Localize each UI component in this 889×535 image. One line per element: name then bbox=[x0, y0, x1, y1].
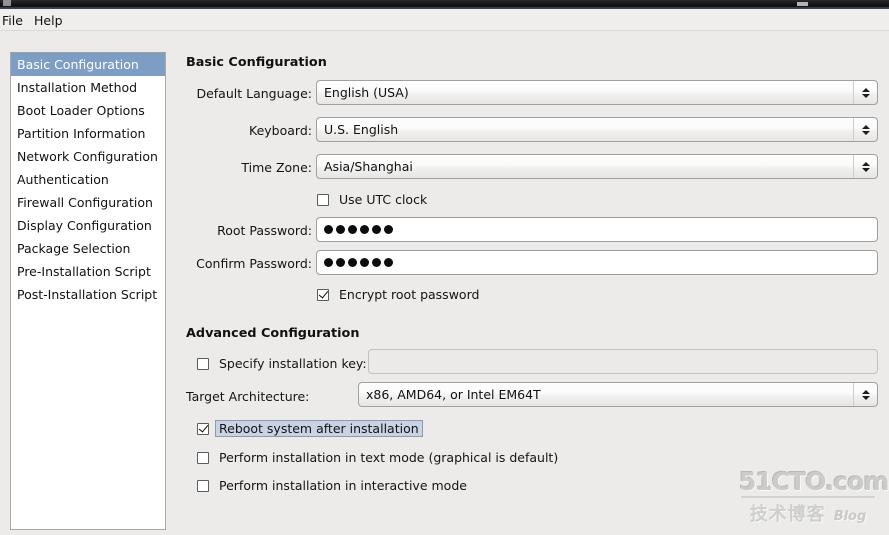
target-architecture-combobox[interactable]: x86, AMD64, or Intel EM64T bbox=[358, 382, 878, 407]
watermark-subtitle-row: 技术博客 Blog bbox=[739, 500, 877, 526]
encrypt-root-password-checkbox-row[interactable]: Encrypt root password bbox=[317, 286, 481, 303]
target-architecture-value: x86, AMD64, or Intel EM64T bbox=[366, 387, 541, 402]
sidebar-item-display-configuration[interactable]: Display Configuration bbox=[11, 214, 165, 237]
chevron-down-icon bbox=[861, 167, 870, 172]
use-utc-clock-checkbox-row[interactable]: Use UTC clock bbox=[317, 191, 429, 208]
watermark-subtitle-blog: Blog bbox=[833, 509, 867, 524]
installation-key-input[interactable] bbox=[368, 349, 878, 374]
reboot-after-installation-label: Reboot system after installation bbox=[215, 420, 423, 437]
timezone-value: Asia/Shanghai bbox=[324, 159, 413, 174]
sidebar-item-pre-installation-script[interactable]: Pre-Installation Script bbox=[11, 260, 165, 283]
chevron-up-icon bbox=[861, 87, 870, 92]
confirm-password-label: Confirm Password: bbox=[196, 256, 312, 271]
encrypt-root-password-checkbox[interactable] bbox=[317, 288, 329, 301]
kickstart-configurator-window: File Help Basic Configuration Installati… bbox=[0, 0, 889, 535]
default-language-label: Default Language: bbox=[196, 86, 312, 101]
timezone-combobox[interactable]: Asia/Shanghai bbox=[316, 154, 878, 179]
window-titlebar bbox=[0, 0, 889, 9]
chevron-updown-icon[interactable] bbox=[853, 155, 877, 178]
keyboard-value: U.S. English bbox=[324, 122, 399, 137]
sidebar-item-basic-configuration[interactable]: Basic Configuration bbox=[11, 53, 165, 76]
encrypt-root-password-label: Encrypt root password bbox=[339, 287, 480, 302]
window-icon bbox=[3, 0, 11, 6]
specify-installation-key-checkbox[interactable] bbox=[197, 357, 209, 370]
root-password-label: Root Password: bbox=[217, 223, 312, 238]
watermark-divider bbox=[741, 496, 875, 498]
window-title-glyph bbox=[797, 2, 808, 6]
timezone-label: Time Zone: bbox=[241, 160, 312, 175]
reboot-after-installation-checkbox[interactable] bbox=[197, 422, 209, 435]
target-architecture-label: Target Architecture: bbox=[186, 389, 310, 404]
keyboard-label: Keyboard: bbox=[249, 123, 312, 138]
navigation-sidebar[interactable]: Basic Configuration Installation Method … bbox=[10, 52, 166, 530]
advanced-configuration-heading: Advanced Configuration bbox=[186, 326, 360, 341]
main-content-panel: Basic Configuration Default Language: En… bbox=[178, 40, 884, 535]
chevron-updown-icon[interactable] bbox=[853, 383, 877, 406]
menu-file[interactable]: File bbox=[0, 12, 29, 29]
chevron-updown-icon[interactable] bbox=[853, 118, 877, 141]
confirm-password-masked-value bbox=[324, 258, 393, 267]
sidebar-item-post-installation-script[interactable]: Post-Installation Script bbox=[11, 283, 165, 306]
chevron-up-icon bbox=[861, 161, 870, 166]
default-language-combobox[interactable]: English (USA) bbox=[316, 80, 878, 105]
chevron-down-icon bbox=[861, 130, 870, 135]
basic-configuration-heading: Basic Configuration bbox=[186, 55, 327, 70]
chevron-down-icon bbox=[861, 395, 870, 400]
specify-installation-key-checkbox-row[interactable]: Specify installation key: bbox=[197, 355, 369, 372]
sidebar-item-network-configuration[interactable]: Network Configuration bbox=[11, 145, 165, 168]
sidebar-item-installation-method[interactable]: Installation Method bbox=[11, 76, 165, 99]
specify-installation-key-label: Specify installation key: bbox=[219, 356, 367, 371]
sidebar-item-authentication[interactable]: Authentication bbox=[11, 168, 165, 191]
chevron-updown-icon[interactable] bbox=[853, 81, 877, 104]
chevron-up-icon bbox=[861, 124, 870, 129]
text-mode-checkbox[interactable] bbox=[197, 451, 209, 464]
reboot-after-installation-checkbox-row[interactable]: Reboot system after installation bbox=[197, 420, 423, 437]
interactive-mode-label: Perform installation in interactive mode bbox=[219, 478, 467, 493]
sidebar-item-boot-loader-options[interactable]: Boot Loader Options bbox=[11, 99, 165, 122]
sidebar-item-package-selection[interactable]: Package Selection bbox=[11, 237, 165, 260]
root-password-masked-value bbox=[324, 225, 393, 234]
chevron-down-icon bbox=[861, 93, 870, 98]
watermark-site-name: 51CTO.com bbox=[739, 467, 889, 496]
interactive-mode-checkbox-row[interactable]: Perform installation in interactive mode bbox=[197, 477, 469, 494]
menu-help[interactable]: Help bbox=[28, 12, 69, 29]
confirm-password-input[interactable] bbox=[316, 250, 878, 275]
text-mode-checkbox-row[interactable]: Perform installation in text mode (graph… bbox=[197, 449, 560, 466]
default-language-value: English (USA) bbox=[324, 85, 409, 100]
sidebar-item-partition-information[interactable]: Partition Information bbox=[11, 122, 165, 145]
menubar: File Help bbox=[0, 9, 889, 31]
root-password-input[interactable] bbox=[316, 217, 878, 242]
keyboard-combobox[interactable]: U.S. English bbox=[316, 117, 878, 142]
use-utc-clock-checkbox[interactable] bbox=[317, 193, 329, 206]
chevron-up-icon bbox=[861, 389, 870, 394]
text-mode-label: Perform installation in text mode (graph… bbox=[219, 450, 559, 465]
use-utc-clock-label: Use UTC clock bbox=[339, 192, 428, 207]
watermark-subtitle-cn: 技术博客 bbox=[749, 504, 826, 525]
sidebar-item-firewall-configuration[interactable]: Firewall Configuration bbox=[11, 191, 165, 214]
interactive-mode-checkbox[interactable] bbox=[197, 479, 209, 492]
site-watermark: 51CTO.com 技术博客 Blog bbox=[739, 467, 889, 526]
